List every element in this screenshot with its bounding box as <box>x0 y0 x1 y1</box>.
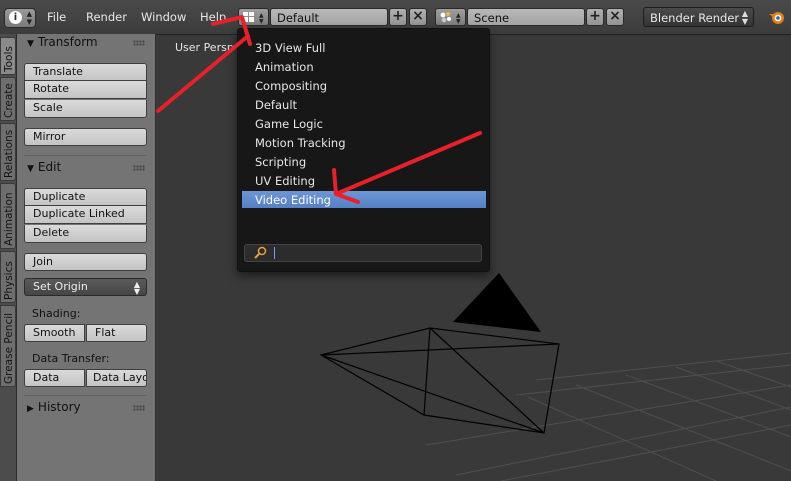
scene-name-field[interactable]: Scene <box>467 8 585 26</box>
delete-scene-button[interactable]: × <box>606 8 624 26</box>
tab-tools[interactable]: Tools <box>0 37 16 75</box>
layout-search-input[interactable] <box>244 244 482 262</box>
mirror-button[interactable]: Mirror <box>24 128 147 146</box>
drag-grip-icon[interactable] <box>133 40 145 46</box>
layout-option-default[interactable]: Default <box>242 96 486 113</box>
close-icon: × <box>609 8 621 24</box>
svg-text:▼: ▼ <box>259 18 264 25</box>
plus-icon: + <box>392 8 404 24</box>
camera-object[interactable] <box>319 327 560 434</box>
screen-layout-dropdown: 3D View Full Animation Compositing Defau… <box>237 28 490 272</box>
layout-option-scripting[interactable]: Scripting <box>242 153 486 170</box>
layout-option-video-editing[interactable]: Video Editing <box>242 191 486 208</box>
join-button[interactable]: Join <box>24 253 147 271</box>
menu-file[interactable]: File <box>47 10 66 24</box>
menu-window[interactable]: Window <box>141 10 186 24</box>
panel-divider <box>24 155 147 156</box>
editor-type-button[interactable]: i ▲ ▼ <box>4 8 36 28</box>
layout-option-3d-view-full[interactable]: 3D View Full <box>242 39 486 56</box>
expanded-triangle-icon: ▼ <box>27 39 34 49</box>
layout-option-motion-tracking[interactable]: Motion Tracking <box>242 134 486 151</box>
panel-divider <box>24 395 147 396</box>
transform-panel-header[interactable]: ▼ Transform <box>27 35 98 49</box>
translate-button[interactable]: Translate <box>24 63 147 81</box>
text-caret <box>274 247 275 259</box>
tool-shelf-tabs: Tools Create Relations Animation Physics… <box>0 34 17 481</box>
render-engine-value: Blender Render <box>650 11 740 25</box>
shading-label: Shading: <box>32 307 81 320</box>
expanded-triangle-icon: ▼ <box>27 164 34 174</box>
delete-screen-button[interactable]: × <box>409 8 427 26</box>
tab-grease-pencil[interactable]: Grease Pencil <box>0 305 16 387</box>
layout-option-game-logic[interactable]: Game Logic <box>242 115 486 132</box>
delete-button[interactable]: Delete <box>24 225 147 243</box>
rotate-button[interactable]: Rotate <box>24 81 147 99</box>
screen-layout-name: Default <box>277 11 320 25</box>
tab-animation[interactable]: Animation <box>0 183 16 249</box>
set-origin-menu[interactable]: Set Origin ▲ ▼ <box>24 278 147 296</box>
menu-render[interactable]: Render <box>86 10 127 24</box>
data-layout-button[interactable]: Data Layo <box>86 369 147 387</box>
tool-shelf: ▼ Transform Translate Rotate Scale Mirror… <box>17 34 156 481</box>
svg-text:▼: ▼ <box>456 18 461 25</box>
close-icon: × <box>412 8 424 24</box>
edit-panel-header[interactable]: ▼ Edit <box>27 160 61 174</box>
screen-layout-name-field[interactable]: Default <box>270 8 388 26</box>
collapsed-triangle-icon: ▶ <box>27 404 34 414</box>
info-icon: i <box>9 11 22 24</box>
tab-create[interactable]: Create <box>0 77 16 121</box>
set-origin-label: Set Origin <box>33 280 88 293</box>
tab-physics[interactable]: Physics <box>0 251 16 303</box>
updown-arrow-icon: ▲ ▼ <box>133 280 140 296</box>
layout-option-uv-editing[interactable]: UV Editing <box>242 172 486 189</box>
smooth-button[interactable]: Smooth <box>24 324 85 342</box>
flat-button[interactable]: Flat <box>86 324 147 342</box>
updown-arrow-icon: ▲ ▼ <box>26 10 32 26</box>
history-panel-header[interactable]: ▶ History <box>27 400 81 414</box>
screen-layout-browse-button[interactable]: ▲ ▼ <box>238 8 269 26</box>
drag-grip-icon[interactable] <box>133 165 145 171</box>
add-scene-button[interactable]: + <box>586 8 604 26</box>
scale-button[interactable]: Scale <box>24 100 147 118</box>
data-transfer-button[interactable]: Data <box>24 369 85 387</box>
add-screen-button[interactable]: + <box>389 8 407 26</box>
plus-icon: + <box>589 8 601 24</box>
layout-option-compositing[interactable]: Compositing <box>242 77 486 94</box>
menu-help[interactable]: Help <box>200 10 226 24</box>
duplicate-linked-button[interactable]: Duplicate Linked <box>24 206 147 224</box>
data-transfer-label: Data Transfer: <box>32 352 110 365</box>
layout-option-animation[interactable]: Animation <box>242 58 486 75</box>
scene-browse-button[interactable]: ▲ ▼ <box>435 8 466 26</box>
screen-layout-icon: ▲▼ <box>243 12 264 25</box>
search-icon <box>254 246 267 259</box>
drag-grip-icon[interactable] <box>133 405 145 411</box>
tab-relations[interactable]: Relations <box>0 123 16 181</box>
scene-name: Scene <box>474 11 510 25</box>
render-engine-select[interactable]: Blender Render ▲ ▼ <box>643 7 754 27</box>
blender-logo-icon <box>769 12 784 24</box>
floor-grid <box>425 352 791 481</box>
scene-icon: ▲▼ <box>440 12 461 25</box>
updown-arrow-icon: ▲ ▼ <box>741 9 748 26</box>
duplicate-button[interactable]: Duplicate <box>24 188 147 206</box>
camera-up-triangle <box>453 273 541 332</box>
